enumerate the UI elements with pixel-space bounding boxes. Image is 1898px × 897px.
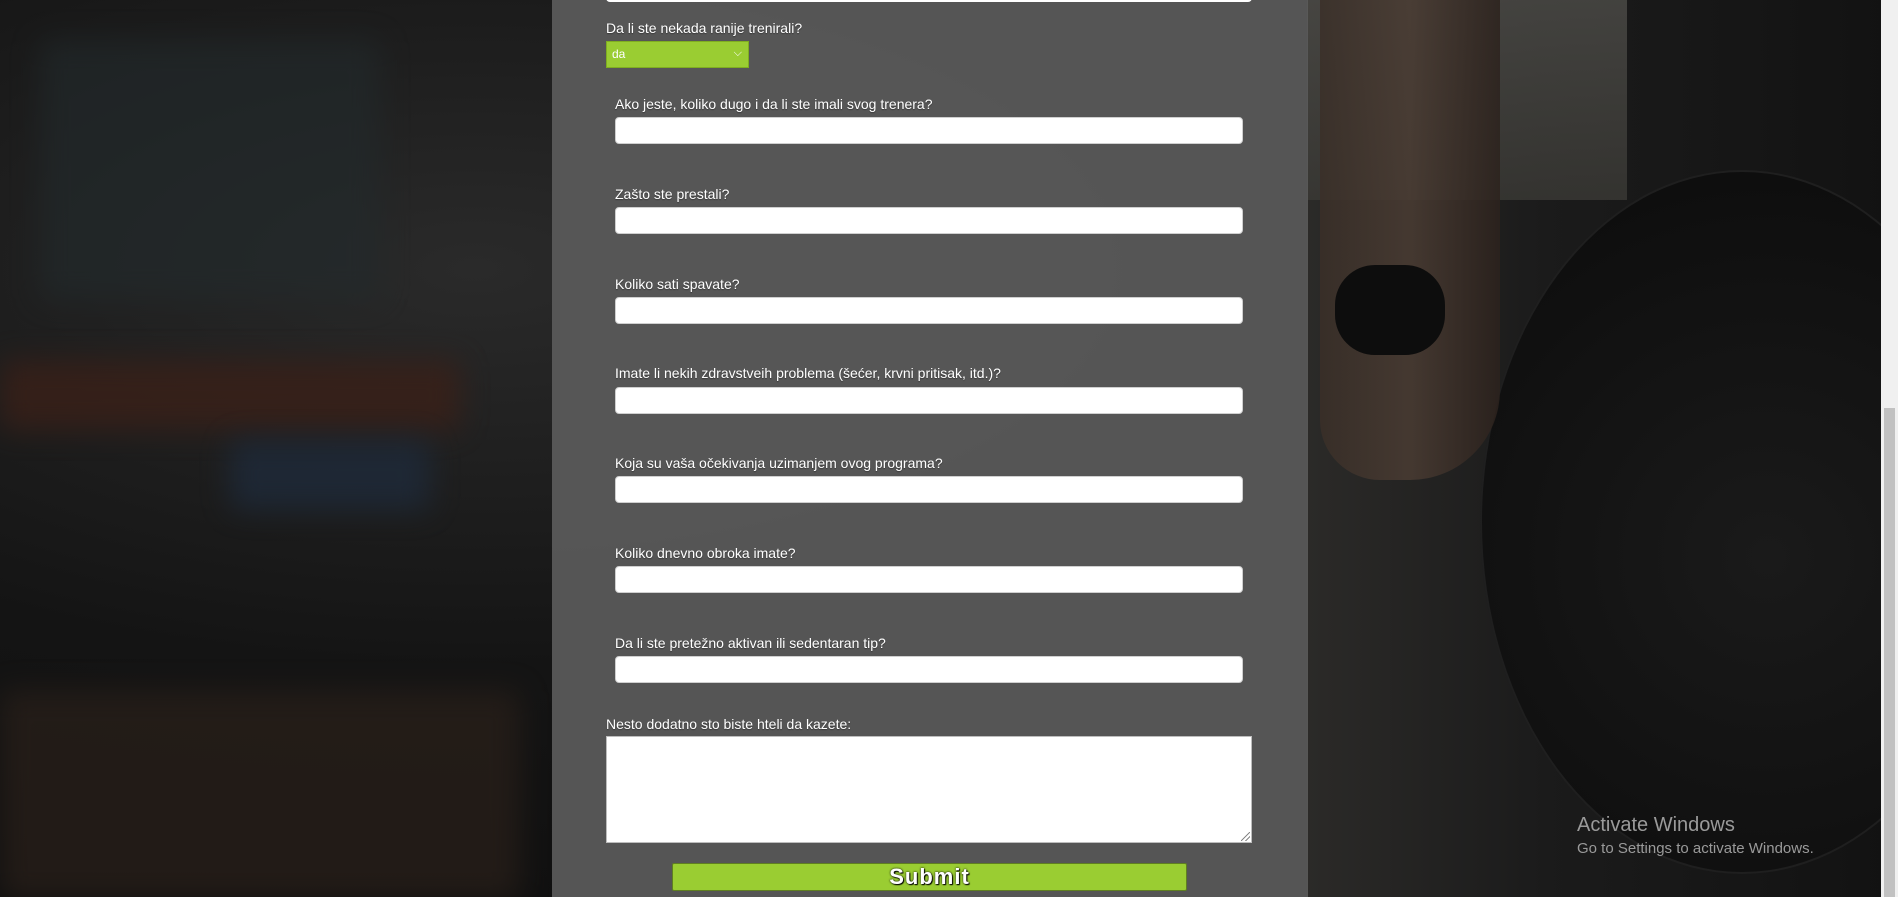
expectations-input[interactable] [615, 476, 1243, 503]
meals-per-day-label: Koliko dnevno obroka imate? [615, 545, 796, 561]
scrollbar-thumb[interactable] [1884, 408, 1895, 897]
submit-button[interactable]: Submit [672, 863, 1187, 891]
watermark-title: Activate Windows [1577, 814, 1735, 836]
expectations-label: Koja su vaša očekivanja uzimanjem ovog p… [615, 455, 943, 471]
previous-input-field[interactable] [606, 0, 1252, 2]
trained-before-select[interactable]: da ⌵ [606, 41, 749, 68]
sleep-hours-label: Koliko sati spavate? [615, 276, 740, 292]
health-problems-label: Imate li nekih zdravstveih problema (šeć… [615, 365, 1001, 381]
trained-before-selected-value: da [612, 47, 626, 61]
how-long-trainer-input[interactable] [615, 117, 1243, 144]
trained-before-label: Da li ste nekada ranije trenirali? [606, 20, 803, 36]
active-sedentary-input[interactable] [615, 656, 1243, 683]
why-stopped-input[interactable] [615, 207, 1243, 234]
health-problems-input[interactable] [615, 387, 1243, 414]
sleep-hours-input[interactable] [615, 297, 1243, 324]
watermark-subtitle: Go to Settings to activate Windows. [1577, 840, 1814, 857]
additional-comments-textarea[interactable] [606, 736, 1252, 843]
active-sedentary-label: Da li ste pretežno aktivan ili sedentara… [615, 635, 886, 651]
why-stopped-label: Zašto ste prestali? [615, 186, 730, 202]
chevron-down-icon: ⌵ [733, 47, 742, 59]
page-scrollbar[interactable] [1881, 0, 1898, 897]
additional-comments-label: Nesto dodatno sto biste hteli da kazete: [606, 716, 852, 732]
how-long-trainer-label: Ako jeste, koliko dugo i da li ste imali… [615, 96, 933, 112]
activate-windows-watermark: Activate Windows Go to Settings to activ… [1577, 813, 1814, 859]
resize-handle-icon[interactable] [1241, 832, 1250, 841]
meals-per-day-input[interactable] [615, 566, 1243, 593]
